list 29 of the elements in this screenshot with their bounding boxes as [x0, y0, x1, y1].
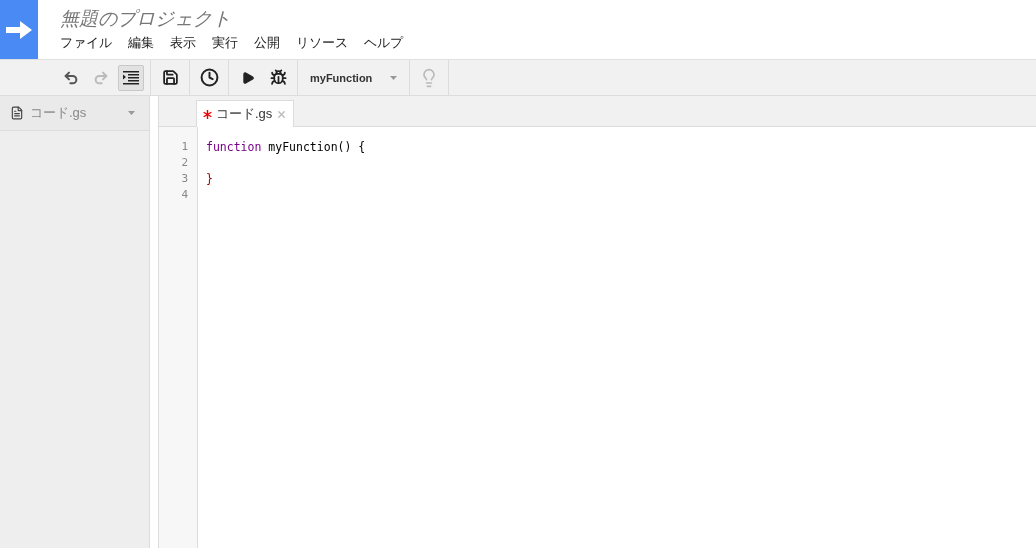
code-line: function myFunction() { — [206, 140, 366, 154]
menu-item[interactable]: リソース — [296, 34, 348, 52]
caret-icon — [390, 75, 398, 80]
line-number: 4 — [180, 187, 189, 203]
menu-item[interactable]: 編集 — [128, 34, 154, 52]
indent-toggle[interactable] — [118, 64, 144, 91]
line-number: 3 — [180, 171, 189, 187]
clock-icon — [199, 68, 219, 87]
save-icon — [161, 69, 179, 86]
project-title[interactable]: 無題のプロジェクト — [60, 6, 403, 34]
undo-icon — [63, 69, 79, 86]
line-number: 1 — [180, 139, 189, 155]
redo-icon — [93, 69, 109, 86]
file-icon — [10, 106, 24, 120]
editor-tab[interactable]: コード.gs — [196, 100, 295, 127]
menu-item[interactable]: ヘルプ — [364, 34, 403, 52]
code-line: } — [206, 172, 213, 186]
modified-asterisk-icon — [203, 109, 212, 119]
bug-icon — [269, 69, 287, 86]
arrow-icon — [6, 19, 32, 40]
function-select[interactable]: myFunction — [304, 60, 404, 95]
dropdown-caret-icon — [128, 111, 135, 115]
menu-item[interactable]: 実行 — [212, 34, 238, 52]
line-number: 2 — [180, 155, 189, 171]
menu-item[interactable]: 公開 — [254, 34, 280, 52]
play-icon — [241, 70, 255, 85]
menu-item[interactable]: ファイル — [60, 34, 112, 52]
indent-icon — [123, 70, 139, 85]
menu-item[interactable]: 表示 — [170, 34, 196, 52]
